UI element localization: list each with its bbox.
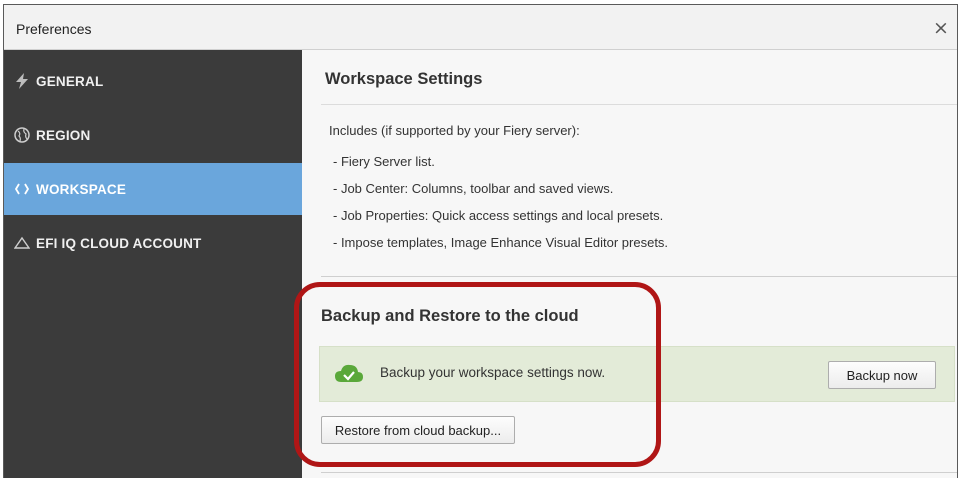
window-title: Preferences	[16, 21, 92, 37]
preferences-window: Preferences × GENERAL REGION WORKSPACE E…	[3, 4, 958, 478]
divider	[321, 104, 957, 105]
divider	[321, 276, 957, 277]
main-panel: Workspace Settings Includes (if supporte…	[303, 50, 957, 478]
sidebar-item-region[interactable]: REGION	[4, 109, 302, 161]
sidebar-item-label: GENERAL	[36, 73, 104, 89]
backup-section-title: Backup and Restore to the cloud	[321, 307, 579, 325]
list-item: - Fiery Server list.	[333, 154, 435, 169]
sidebar-item-label: WORKSPACE	[36, 181, 127, 197]
sidebar-item-label: REGION	[36, 127, 91, 143]
lightning-icon	[14, 73, 30, 89]
sidebar-item-workspace[interactable]: WORKSPACE	[4, 163, 302, 215]
sidebar: GENERAL REGION WORKSPACE EFI IQ CLOUD AC…	[4, 50, 302, 478]
close-button[interactable]: ×	[929, 16, 953, 40]
list-item: - Job Center: Columns, toolbar and saved…	[333, 181, 614, 196]
globe-icon	[14, 127, 30, 143]
restore-from-cloud-button[interactable]: Restore from cloud backup...	[321, 416, 515, 444]
sidebar-item-efi-iq-cloud-account[interactable]: EFI IQ CLOUD ACCOUNT	[4, 217, 302, 269]
backup-status-panel: Backup your workspace settings now. Back…	[319, 346, 955, 402]
sync-arrows-icon	[14, 181, 30, 197]
page-title: Workspace Settings	[325, 70, 483, 88]
includes-heading: Includes (if supported by your Fiery ser…	[329, 123, 580, 138]
backup-now-button[interactable]: Backup now	[828, 361, 936, 389]
divider	[321, 472, 957, 473]
cloud-outline-icon	[14, 235, 30, 251]
sidebar-item-general[interactable]: GENERAL	[4, 55, 302, 107]
backup-status-text: Backup your workspace settings now.	[380, 365, 606, 380]
list-item: - Impose templates, Image Enhance Visual…	[333, 235, 669, 250]
list-item: - Job Properties: Quick access settings …	[333, 208, 664, 223]
sidebar-item-label: EFI IQ CLOUD ACCOUNT	[36, 235, 202, 251]
cloud-check-icon	[335, 364, 363, 382]
title-bar: Preferences ×	[4, 5, 957, 50]
